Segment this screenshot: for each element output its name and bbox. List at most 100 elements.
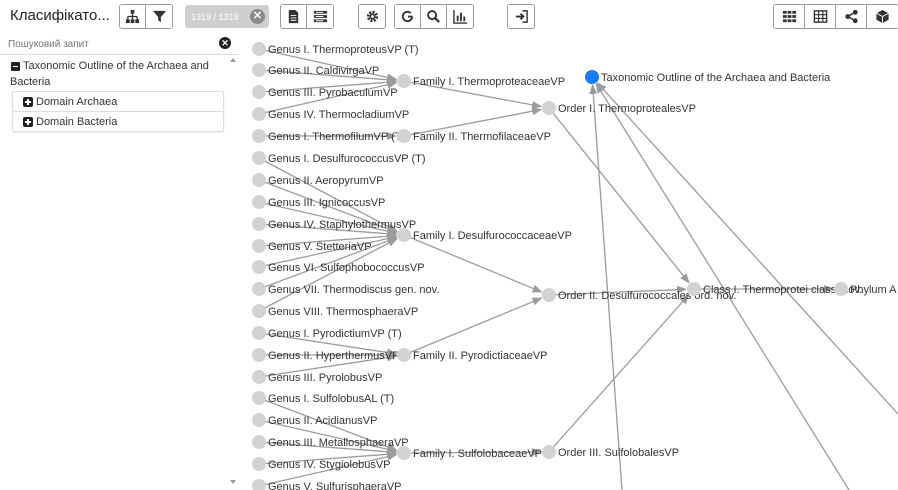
graph-node-g3[interactable]: Genus III. PyrobaculumVP (252, 85, 398, 99)
settings-icon (366, 10, 378, 23)
graph-node-p1[interactable]: Phylum A (834, 282, 897, 296)
google-icon (401, 10, 414, 23)
graph-view-button[interactable] (836, 5, 867, 28)
graph-node-g10[interactable]: Genus V. StetteriaVP (252, 239, 372, 253)
graph-node-circle[interactable] (252, 239, 266, 253)
scroll-up-arrow[interactable] (230, 58, 236, 62)
graph-node-circle[interactable] (252, 457, 266, 471)
graph-node-g15[interactable]: Genus II. HyperthermusVP (252, 348, 399, 362)
settings-button[interactable] (359, 5, 385, 28)
expand-icon[interactable] (23, 117, 33, 127)
graph-node-circle[interactable] (252, 195, 266, 209)
graph-node-f4[interactable]: Family II. PyrodictiaceaeVP (397, 348, 548, 362)
graph-node-circle[interactable] (542, 445, 556, 459)
tree-item-label: Domain Bacteria (36, 116, 118, 128)
graph-node-circle[interactable] (252, 85, 266, 99)
graph-node-label: Genus V. StetteriaVP (268, 241, 372, 253)
graph-node-circle[interactable] (252, 129, 266, 143)
graph-node-g12[interactable]: Genus VII. Thermodiscus gen. nov. (252, 282, 439, 296)
graph-node-label: Family II. ThermofilaceaeVP (413, 131, 551, 143)
graph-node-g4[interactable]: Genus IV. ThermocladiumVP (252, 107, 409, 121)
google-button[interactable] (395, 5, 421, 28)
graph-node-g5[interactable]: Genus I. ThermofilumVP (T) (252, 129, 405, 143)
graph-node-o3[interactable]: Order III. SulfolobalesVP (542, 445, 679, 459)
graph-node-circle[interactable] (397, 74, 411, 88)
graph-node-circle[interactable] (397, 129, 411, 143)
graph-node-circle[interactable] (252, 63, 266, 77)
search-icon (427, 10, 440, 23)
graph-node-g17[interactable]: Genus I. SulfolobusAL (T) (252, 391, 394, 405)
graph-node-f2[interactable]: Family II. ThermofilaceaeVP (397, 129, 551, 143)
graph-node-circle[interactable] (252, 217, 266, 231)
export-button[interactable] (508, 5, 534, 28)
graph-node-circle[interactable] (252, 413, 266, 427)
graph-node-g13[interactable]: Genus VIII. ThermosphaeraVP (252, 304, 418, 318)
taxonomy-graph[interactable]: Genus I. ThermoproteusVP (T) Genus II. Ca… (238, 34, 898, 490)
graph-node-circle[interactable] (252, 42, 266, 56)
graph-node-circle[interactable] (585, 70, 599, 84)
graph-node-label: Genus IV. StygiolobusVP (268, 459, 391, 471)
graph-panel[interactable]: Genus I. ThermoproteusVP (T) Genus II. Ca… (238, 34, 898, 490)
graph-node-f1[interactable]: Family I. ThermoproteaceaeVP (397, 74, 565, 88)
graph-node-circle[interactable] (252, 260, 266, 274)
graph-node-g2[interactable]: Genus II. CaldivirgaVP (252, 63, 379, 77)
graph-node-label: Taxonomic Outline of the Archaea and Bac… (601, 72, 831, 84)
graph-node-g16[interactable]: Genus III. PyrolobusVP (252, 370, 382, 384)
graph-node-g20[interactable]: Genus IV. StygiolobusVP (252, 457, 391, 471)
graph-node-g19[interactable]: Genus III. MetallosphaeraVP (252, 435, 409, 449)
graph-node-o1[interactable]: Order I. ThermoprotealesVP (542, 101, 696, 115)
graph-node-label: Order III. SulfolobalesVP (558, 447, 679, 459)
clear-filter-icon[interactable]: ✕ (250, 9, 265, 24)
graph-node-g6[interactable]: Genus I. DesulfurococcusVP (T) (252, 151, 426, 165)
scroll-down-arrow[interactable] (230, 480, 236, 484)
table-view-button[interactable] (805, 5, 836, 28)
collapse-icon[interactable] (11, 62, 20, 71)
chart-button[interactable] (447, 5, 473, 28)
graph-node-g11[interactable]: Genus VI. SulfophobococcusVP (252, 260, 425, 274)
graph-node-circle[interactable] (834, 282, 848, 296)
graph-node-circle[interactable] (397, 348, 411, 362)
graph-node-label: Family I. SulfolobaceaeVP (413, 448, 542, 460)
tree-item-domain-archaea[interactable]: Domain Archaea (12, 91, 224, 112)
graph-node-circle[interactable] (252, 348, 266, 362)
filter-button[interactable] (146, 5, 172, 28)
grid-view-button[interactable] (774, 5, 805, 28)
cube-view-button[interactable] (867, 5, 898, 28)
graph-node-circle[interactable] (252, 304, 266, 318)
graph-node-label: Genus IV. StaphylothermusVP (268, 219, 416, 231)
graph-node-circle[interactable] (252, 479, 266, 490)
tree-root-item[interactable]: Taxonomic Outline of the Archaea and Bac… (0, 57, 224, 92)
graph-node-g9[interactable]: Genus IV. StaphylothermusVP (252, 217, 416, 231)
clear-search-icon[interactable]: ✕ (219, 37, 231, 49)
graph-node-circle[interactable] (252, 282, 266, 296)
graph-node-g14[interactable]: Genus I. PyrodictiumVP (T) (252, 326, 402, 340)
graph-node-g1[interactable]: Genus I. ThermoproteusVP (T) (252, 42, 419, 56)
list-button[interactable] (307, 5, 333, 28)
graph-node-circle[interactable] (397, 446, 411, 460)
graph-node-root[interactable]: Taxonomic Outline of the Archaea and Bac… (585, 70, 831, 84)
search-button[interactable] (421, 5, 447, 28)
graph-node-f5[interactable]: Family I. SulfolobaceaeVP (397, 446, 542, 460)
graph-node-circle[interactable] (252, 173, 266, 187)
tree-item-domain-bacteria[interactable]: Domain Bacteria (12, 111, 224, 132)
graph-node-label: Genus II. AcidianusVP (268, 415, 377, 427)
graph-node-circle[interactable] (397, 228, 411, 242)
graph-node-circle[interactable] (542, 288, 556, 302)
graph-node-circle[interactable] (252, 151, 266, 165)
hierarchy-button[interactable] (120, 5, 146, 28)
graph-node-circle[interactable] (687, 282, 701, 296)
graph-node-circle[interactable] (252, 435, 266, 449)
graph-node-g7[interactable]: Genus II. AeropyrumVP (252, 173, 384, 187)
graph-node-circle[interactable] (252, 370, 266, 384)
graph-node-f3[interactable]: Family I. DesulfurococcaceaeVP (397, 228, 572, 242)
graph-node-g21[interactable]: Genus V. SulfurisphaeraVP (252, 479, 402, 490)
graph-node-g18[interactable]: Genus II. AcidianusVP (252, 413, 377, 427)
document-button[interactable] (281, 5, 307, 28)
graph-node-g8[interactable]: Genus III. IgnicoccusVP (252, 195, 385, 209)
expand-icon[interactable] (23, 97, 33, 107)
graph-node-circle[interactable] (252, 326, 266, 340)
search-input[interactable] (0, 34, 238, 55)
graph-node-circle[interactable] (542, 101, 556, 115)
graph-node-circle[interactable] (252, 107, 266, 121)
graph-node-circle[interactable] (252, 391, 266, 405)
